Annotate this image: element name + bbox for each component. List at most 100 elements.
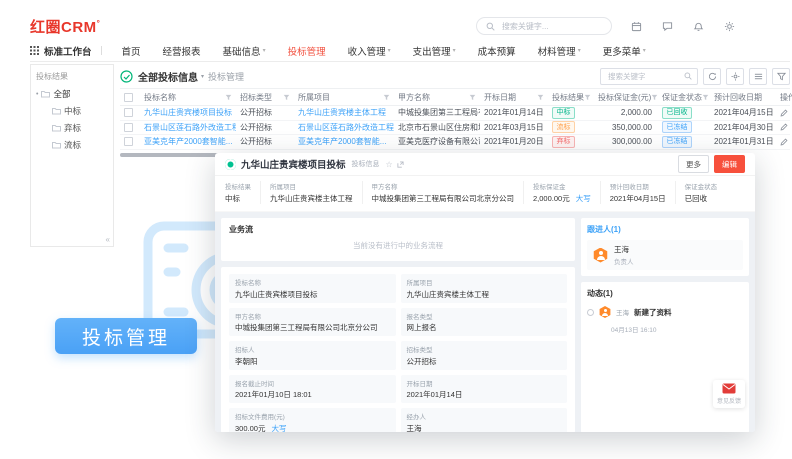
settings-button[interactable] bbox=[726, 68, 744, 85]
select-all-checkbox[interactable] bbox=[124, 93, 133, 102]
folder-icon bbox=[41, 90, 50, 98]
row-checkbox[interactable] bbox=[124, 123, 133, 132]
folder-icon bbox=[52, 107, 61, 115]
nav-item-income[interactable]: 收入管理▾ bbox=[337, 44, 402, 58]
nav-item-bidding[interactable]: 投标管理 bbox=[277, 44, 337, 58]
detail-fields-card: 投标名称九华山庄贵宾楼项目投标 所属项目九华山庄贵宾楼主体工程 甲方名称中城投集… bbox=[221, 267, 575, 432]
detail-field: 报名类型网上报名 bbox=[401, 308, 568, 337]
search-icon[interactable] bbox=[684, 72, 692, 80]
dialog-title: 九华山庄贵宾楼项目投标 bbox=[241, 157, 346, 171]
nav-item-reports[interactable]: 经营报表 bbox=[152, 44, 212, 58]
chevron-down-icon: ▾ bbox=[643, 47, 646, 54]
star-icon[interactable]: ☆ bbox=[386, 160, 393, 169]
bell-icon[interactable] bbox=[692, 20, 705, 33]
bid-list-panel: 全部投标信息 ▾ 投标管理 投标名称 招标类型 所属项目 甲方名称 开标日期 投… bbox=[120, 64, 790, 157]
sidebar-item-all[interactable]: • 全部 bbox=[36, 88, 108, 100]
bid-name-link[interactable]: 九华山庄贵宾楼项目投标 bbox=[140, 107, 236, 118]
nav-item-budget[interactable]: 成本预算 bbox=[467, 44, 527, 58]
uppercase-amount-link[interactable]: 大写 bbox=[271, 424, 286, 433]
result-filter-sidebar: 投标结果 • 全部 中标 弃标 流标 « bbox=[30, 64, 114, 247]
view-title[interactable]: 全部投标信息 bbox=[138, 69, 198, 84]
module-name: 投标管理 bbox=[208, 70, 244, 83]
gear-icon[interactable] bbox=[723, 20, 736, 33]
chevron-down-icon: ▾ bbox=[263, 47, 266, 54]
bid-name-link[interactable]: 石景山区莲石路外改造工程 bbox=[140, 122, 236, 133]
filter-button[interactable] bbox=[772, 68, 790, 85]
global-search[interactable] bbox=[476, 17, 612, 35]
edit-icon[interactable] bbox=[780, 138, 788, 146]
avatar bbox=[599, 306, 611, 318]
uppercase-amount-link[interactable]: 大写 bbox=[576, 194, 591, 203]
chevron-down-icon: ▾ bbox=[578, 47, 581, 54]
filter-icon[interactable] bbox=[702, 94, 709, 101]
handler-link[interactable]: 王海 bbox=[407, 423, 562, 433]
refresh-button[interactable] bbox=[703, 68, 721, 85]
status-badge: 已冻结 bbox=[662, 121, 692, 133]
detail-field: 开标日期2021年01月14日 bbox=[401, 375, 568, 404]
edit-button[interactable]: 编辑 bbox=[714, 155, 745, 173]
search-icon bbox=[485, 20, 496, 33]
edit-icon[interactable] bbox=[780, 109, 788, 117]
list-search[interactable] bbox=[600, 68, 698, 85]
brand-logo: 红圈CRM° bbox=[30, 16, 100, 37]
bid-name-link[interactable]: 亚美克年产2000套智能... bbox=[140, 136, 236, 147]
page: 红圈CRM° bbox=[0, 0, 792, 459]
row-checkbox[interactable] bbox=[124, 137, 133, 146]
detail-field: 招标文件费用(元)300.00元大写 bbox=[229, 408, 396, 432]
collapse-sidebar-icon[interactable]: « bbox=[106, 235, 110, 244]
bidding-management-label: 投标管理 bbox=[55, 318, 197, 354]
activity-time: 04月13日 16:10 bbox=[611, 324, 743, 334]
project-link[interactable]: 九华山庄贵宾楼主体工程 bbox=[294, 107, 394, 118]
columns-button[interactable] bbox=[749, 68, 767, 85]
list-search-input[interactable] bbox=[606, 71, 684, 82]
party-link[interactable]: 中城投集团第三工程局有限公司北京分公司 bbox=[235, 322, 390, 333]
detail-field: 所属项目九华山庄贵宾楼主体工程 bbox=[401, 274, 568, 303]
filter-icon[interactable] bbox=[651, 94, 658, 101]
row-checkbox[interactable] bbox=[124, 108, 133, 117]
project-link[interactable]: 九华山庄贵宾楼主体工程 bbox=[270, 193, 353, 204]
table-row[interactable]: 九华山庄贵宾楼项目投标 公开招标 九华山庄贵宾楼主体工程 中城投集团第三工程局有… bbox=[120, 106, 790, 121]
result-badge: 中标 bbox=[552, 107, 575, 119]
feedback-label: 意见反馈 bbox=[717, 396, 741, 405]
global-search-input[interactable] bbox=[500, 21, 603, 32]
detail-field: 经办人王海 bbox=[401, 408, 568, 432]
sidebar-item-failed[interactable]: 流标 bbox=[52, 139, 108, 151]
logo-degree-mark: ° bbox=[97, 19, 101, 28]
flow-empty-text: 当前没有进行中的业务流程 bbox=[229, 240, 567, 251]
nav-item-more-menu[interactable]: 更多菜单▾ bbox=[592, 44, 657, 58]
result-badge: 弃标 bbox=[552, 136, 575, 148]
nav-item-basic-info[interactable]: 基础信息▾ bbox=[212, 44, 277, 58]
status-badge: 已回收 bbox=[662, 107, 692, 119]
chevron-down-icon[interactable]: ▾ bbox=[201, 73, 204, 80]
filter-icon[interactable] bbox=[469, 94, 476, 101]
calendar-icon[interactable] bbox=[630, 20, 643, 33]
filter-icon[interactable] bbox=[283, 94, 290, 101]
summary-field: 投标结果 中标 bbox=[225, 181, 260, 204]
message-icon[interactable] bbox=[661, 20, 674, 33]
filter-icon[interactable] bbox=[537, 94, 544, 101]
table-row[interactable]: 亚美克年产2000套智能... 公开招标 亚美克年产2000套智能... 亚美克… bbox=[120, 135, 790, 150]
sidebar-item-abandoned[interactable]: 弃标 bbox=[52, 122, 108, 134]
activity-item[interactable]: 王海 新建了资料 bbox=[587, 306, 743, 318]
nav-item-expense[interactable]: 支出管理▾ bbox=[402, 44, 467, 58]
project-link[interactable]: 九华山庄贵宾楼主体工程 bbox=[407, 289, 562, 300]
filter-icon[interactable] bbox=[584, 94, 591, 101]
edit-icon[interactable] bbox=[780, 123, 788, 131]
filter-icon[interactable] bbox=[383, 94, 390, 101]
table-row[interactable]: 石景山区莲石路外改造工程 公开招标 石景山区莲石路外改造工程 北京市石景山区住房… bbox=[120, 121, 790, 136]
party-link[interactable]: 中城投集团第三工程局有限公司北京分公司 bbox=[372, 193, 515, 204]
open-external-icon[interactable] bbox=[397, 161, 404, 168]
project-link[interactable]: 亚美克年产2000套智能... bbox=[294, 136, 394, 147]
nav-item-home[interactable]: 首页 bbox=[111, 44, 152, 58]
filter-icon[interactable] bbox=[225, 94, 232, 101]
summary-field: 甲方名称 中城投集团第三工程局有限公司北京分公司 bbox=[362, 181, 524, 204]
detail-field: 招标类型公开招标 bbox=[401, 341, 568, 370]
more-button[interactable]: 更多 bbox=[678, 155, 709, 173]
detail-field: 报名截止时间2021年01月10日 18:01 bbox=[229, 375, 396, 404]
nav-item-materials[interactable]: 材料管理▾ bbox=[527, 44, 592, 58]
workbench-switcher[interactable]: 标准工作台 bbox=[30, 44, 92, 58]
sidebar-item-won[interactable]: 中标 bbox=[52, 105, 108, 117]
feedback-widget[interactable]: 意见反馈 bbox=[713, 380, 745, 408]
follower-item[interactable]: 王海 负责人 bbox=[587, 240, 743, 270]
project-link[interactable]: 石景山区莲石路外改造工程 bbox=[294, 122, 394, 133]
